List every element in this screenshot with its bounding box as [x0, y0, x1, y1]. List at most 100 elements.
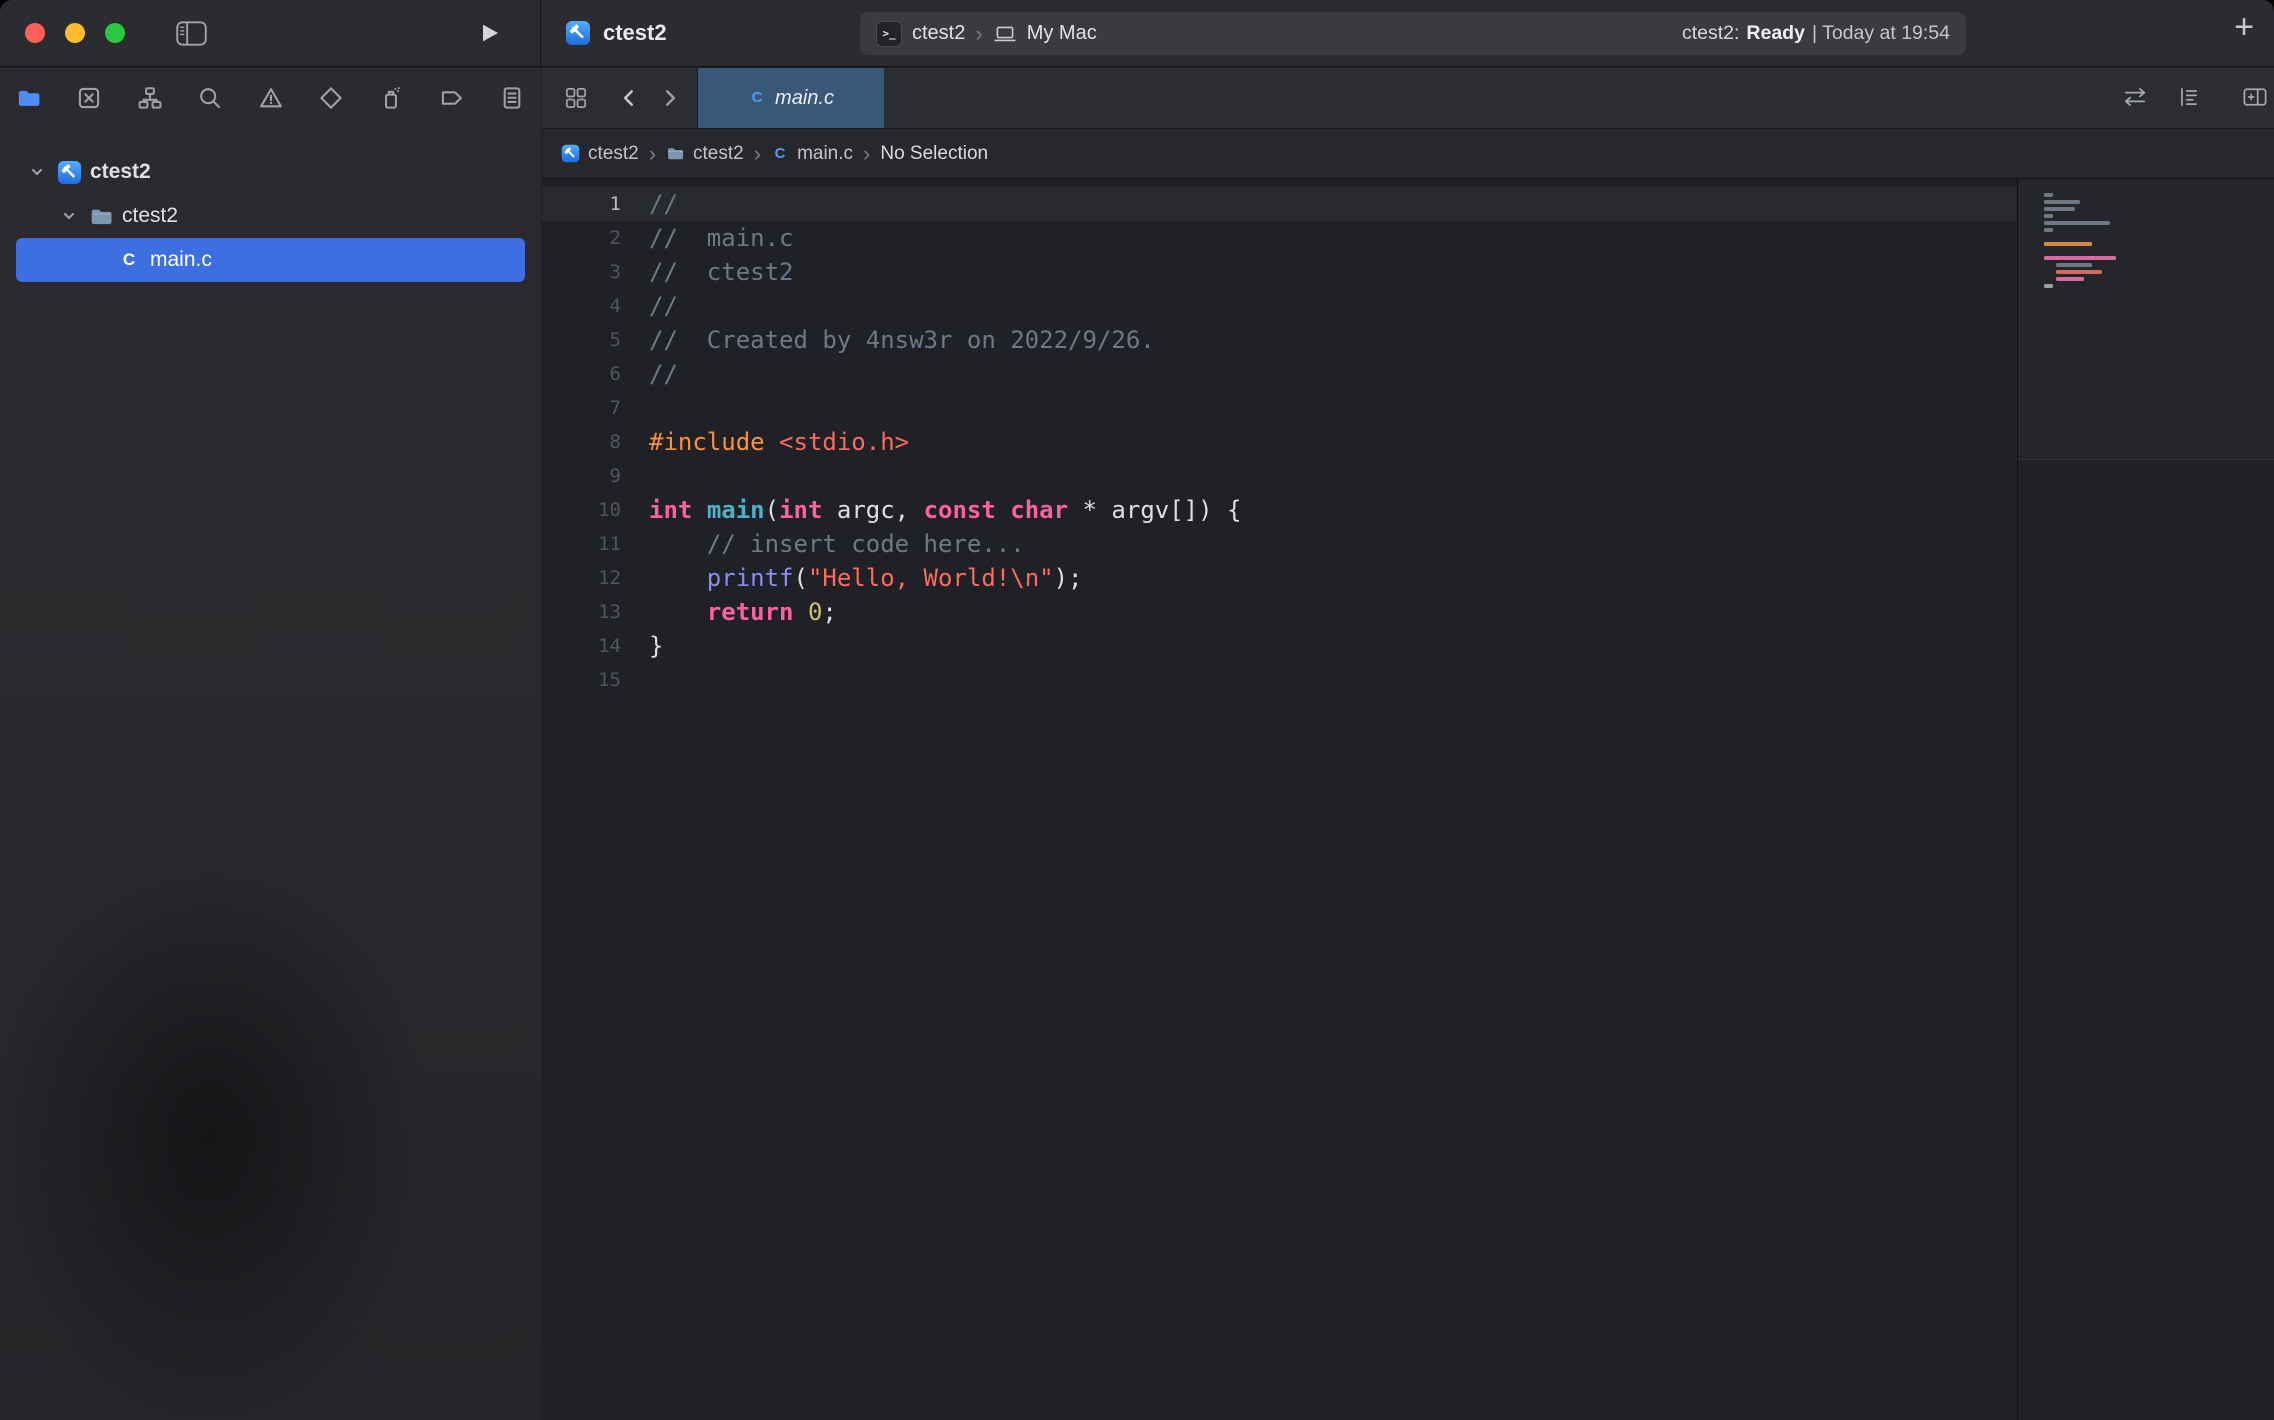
breadcrumb-ctest2[interactable]: ctest2 [561, 143, 639, 165]
editor-area: Cmain.c ctest2›ctest2›Cmain.c›No Selecti… [542, 68, 2274, 1420]
activity-status: ctest2: Ready | Today at 19:54 [1682, 22, 1950, 45]
tree-item-label: ctest2 [122, 204, 178, 228]
tree-item-main.c[interactable]: Cmain.c [16, 238, 525, 282]
code-text: // [621, 190, 678, 218]
editor-options-icon[interactable] [2176, 85, 2202, 109]
minimap-line [2056, 270, 2102, 274]
scheme-selector[interactable]: >_ ctest2 › My Mac [876, 21, 1097, 47]
toolbar-left [0, 0, 541, 66]
minimap-line [2056, 263, 2092, 267]
scheme-separator: › [975, 21, 982, 47]
c-file-icon: C [771, 145, 789, 162]
code-line-10[interactable]: 10int main(int argc, const char * argv[]… [542, 493, 2016, 527]
destination-laptop-icon [993, 24, 1017, 44]
code-line-12[interactable]: 12 printf("Hello, World!\n"); [542, 561, 2016, 595]
editor-tab-main.c[interactable]: Cmain.c [698, 68, 885, 128]
code-line-7[interactable]: 7 [542, 391, 2016, 425]
editor-tab-strip: Cmain.c [542, 68, 2274, 129]
editor-tab-bar: Cmain.c [698, 68, 885, 128]
xcode-project-icon [56, 160, 82, 185]
code-line-9[interactable]: 9 [542, 459, 2016, 493]
code-line-13[interactable]: 13 return 0; [542, 595, 2016, 629]
navigator-sidebar: ctest2 ctest2 Cmain.c [0, 68, 541, 1420]
line-number: 10 [542, 499, 621, 521]
code-line-3[interactable]: 3// ctest2 [542, 255, 2016, 289]
code-text: printf("Hello, World!\n"); [621, 564, 1083, 592]
line-number: 1 [542, 193, 621, 215]
forward-chevron-icon[interactable] [659, 87, 681, 109]
code-line-2[interactable]: 2// main.c [542, 221, 2016, 255]
toolbar: ctest2 >_ ctest2 › My Mac ctest2: Ready … [0, 0, 2274, 67]
window-title: ctest2 [603, 20, 667, 46]
xcode-project-icon [561, 144, 580, 163]
code-text: // [621, 292, 678, 320]
status-project: ctest2: [1682, 22, 1739, 45]
tab-overview-icon[interactable] [564, 86, 588, 110]
code-line-11[interactable]: 11 // insert code here... [542, 527, 2016, 561]
scheme-target-icon: >_ [876, 21, 902, 47]
minimap-line [2044, 242, 2092, 246]
code-text: int main(int argc, const char * argv[]) … [621, 496, 1241, 524]
library-add-button[interactable]: + [2234, 10, 2254, 44]
close-button[interactable] [25, 23, 45, 43]
issue-navigator-icon[interactable] [258, 85, 284, 111]
code-line-5[interactable]: 5// Created by 4nsw3r on 2022/9/26. [542, 323, 2016, 357]
run-button[interactable] [475, 19, 503, 47]
debug-navigator-icon[interactable] [378, 85, 404, 111]
test-navigator-icon[interactable] [318, 85, 344, 111]
xcode-window: ctest2 >_ ctest2 › My Mac ctest2: Ready … [0, 0, 2274, 1420]
code-editor[interactable]: 1//2// main.c3// ctest24//5// Created by… [542, 179, 2016, 1420]
scheme-destination-name[interactable]: My Mac [1027, 22, 1097, 45]
code-line-8[interactable]: 8#include <stdio.h> [542, 425, 2016, 459]
breadcrumb-label: ctest2 [588, 143, 639, 165]
breakpoint-navigator-icon[interactable] [439, 85, 465, 111]
breadcrumb-no-selection[interactable]: No Selection [880, 143, 988, 165]
breadcrumb-ctest2[interactable]: ctest2 [666, 143, 744, 165]
back-chevron-icon[interactable] [618, 87, 640, 109]
symbol-navigator-icon[interactable] [137, 85, 163, 111]
breadcrumb-main.c[interactable]: Cmain.c [771, 143, 853, 165]
code-text: // main.c [621, 224, 794, 252]
line-number: 5 [542, 329, 621, 351]
disclosure-chevron-icon[interactable] [58, 206, 80, 226]
tree-item-ctest2[interactable]: ctest2 [16, 194, 525, 238]
minimize-button[interactable] [65, 23, 85, 43]
line-number: 13 [542, 601, 621, 623]
zoom-button[interactable] [105, 23, 125, 43]
add-editor-icon[interactable] [2242, 85, 2268, 109]
breadcrumb-separator: › [649, 141, 656, 167]
scheme-and-status-bar: >_ ctest2 › My Mac ctest2: Ready | Today… [860, 12, 1966, 55]
find-navigator-icon[interactable] [197, 85, 223, 111]
report-navigator-icon[interactable] [499, 85, 525, 111]
line-number: 7 [542, 397, 621, 419]
minimap-line [2044, 284, 2053, 288]
code-review-icon[interactable] [2122, 85, 2148, 109]
code-text: // Created by 4nsw3r on 2022/9/26. [621, 326, 1155, 354]
status-time: | Today at 19:54 [1812, 22, 1950, 45]
source-control-navigator-icon[interactable] [76, 85, 102, 111]
code-line-14[interactable]: 14} [542, 629, 2016, 663]
folder-fill-icon [88, 204, 114, 229]
code-line-4[interactable]: 4// [542, 289, 2016, 323]
sidebar-toggle-icon[interactable] [176, 21, 207, 46]
project-navigator-icon[interactable] [16, 85, 42, 111]
breadcrumb-label: ctest2 [693, 143, 744, 165]
code-line-15[interactable]: 15 [542, 663, 2016, 697]
code-lines: 1//2// main.c3// ctest24//5// Created by… [542, 187, 2016, 697]
minimap[interactable] [2017, 179, 2274, 1420]
minimap-line [2044, 200, 2080, 204]
xcode-project-icon [565, 20, 591, 46]
line-number: 8 [542, 431, 621, 453]
tree-item-label: main.c [150, 248, 212, 272]
tree-item-ctest2[interactable]: ctest2 [16, 150, 525, 194]
code-text: return 0; [621, 598, 837, 626]
project-tree: ctest2 ctest2 Cmain.c [0, 150, 541, 282]
line-number: 4 [542, 295, 621, 317]
code-line-1[interactable]: 1// [542, 187, 2016, 221]
code-text: #include <stdio.h> [621, 428, 909, 456]
disclosure-chevron-icon[interactable] [26, 162, 48, 182]
line-number: 6 [542, 363, 621, 385]
code-line-6[interactable]: 6// [542, 357, 2016, 391]
scheme-target-name[interactable]: ctest2 [912, 22, 965, 45]
line-number: 9 [542, 465, 621, 487]
